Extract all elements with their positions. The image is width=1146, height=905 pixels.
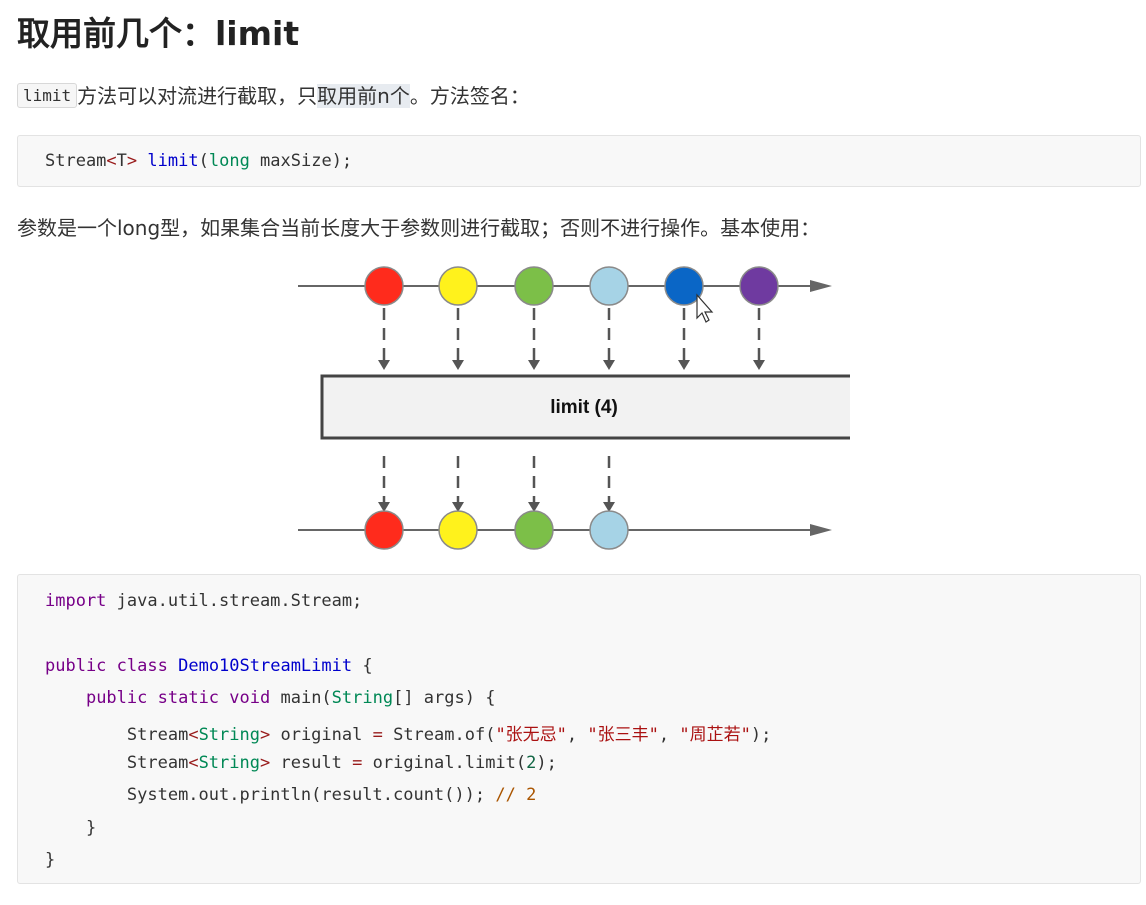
signature-line: Stream<T> limit(long maxSize); xyxy=(45,151,353,171)
input-arrow-2-head-icon xyxy=(452,360,464,370)
code-line-result: Stream<String> result = original.limit(2… xyxy=(126,753,557,773)
input-marble-4 xyxy=(589,266,629,306)
output-marble-4 xyxy=(589,510,629,550)
input-arrow-5-head-icon xyxy=(678,360,690,370)
input-arrow-1-head-icon xyxy=(378,360,390,370)
description-paragraph: 参数是一个long型，如果集合当前长度大于参数则进行截取；否则不进行操作。基本使… xyxy=(17,216,821,240)
intro-text-end: 。方法签名： xyxy=(409,84,530,108)
intro-paragraph: limit 方法可以对流进行截取，只取用前n个。方法签名： xyxy=(17,80,530,114)
highlighted-text: 取用前n个 xyxy=(317,84,410,108)
output-stream-arrow-icon xyxy=(810,524,832,536)
input-marble-2 xyxy=(438,266,478,306)
inline-code-limit: limit xyxy=(17,83,78,108)
mouse-cursor-icon xyxy=(696,293,714,323)
code-line-close-method: } xyxy=(85,818,97,838)
code-line-main: public static void main(String[] args) { xyxy=(85,688,496,708)
output-marble-1 xyxy=(364,510,404,550)
output-marble-2 xyxy=(438,510,478,550)
input-arrow-4-head-icon xyxy=(603,360,615,370)
code-line-class: public class Demo10StreamLimit { xyxy=(45,656,373,676)
input-arrow-3-head-icon xyxy=(528,360,540,370)
limit-operator-label: limit (4) xyxy=(550,397,618,418)
page-title: 取用前几个：limit xyxy=(17,14,300,53)
code-line-close-class: } xyxy=(45,850,56,870)
example-code-block: import java.util.stream.Stream; public c… xyxy=(17,574,1141,884)
code-line-original: Stream<String> original = Stream.of("张无忌… xyxy=(126,725,772,745)
limit-marble-diagram: limit (4) xyxy=(298,266,850,550)
signature-code-block: Stream<T> limit(long maxSize); xyxy=(17,135,1141,187)
code-line-println: System.out.println(result.count()); // 2 xyxy=(126,785,537,805)
intro-text: 方法可以对流进行截取，只 xyxy=(77,84,318,108)
output-marble-3 xyxy=(514,510,554,550)
code-line-import: import java.util.stream.Stream; xyxy=(45,591,363,611)
input-marble-6 xyxy=(739,266,779,306)
input-stream-arrow-icon xyxy=(810,280,832,292)
input-marble-1 xyxy=(364,266,404,306)
input-marble-3 xyxy=(514,266,554,306)
input-arrow-6-head-icon xyxy=(753,360,765,370)
